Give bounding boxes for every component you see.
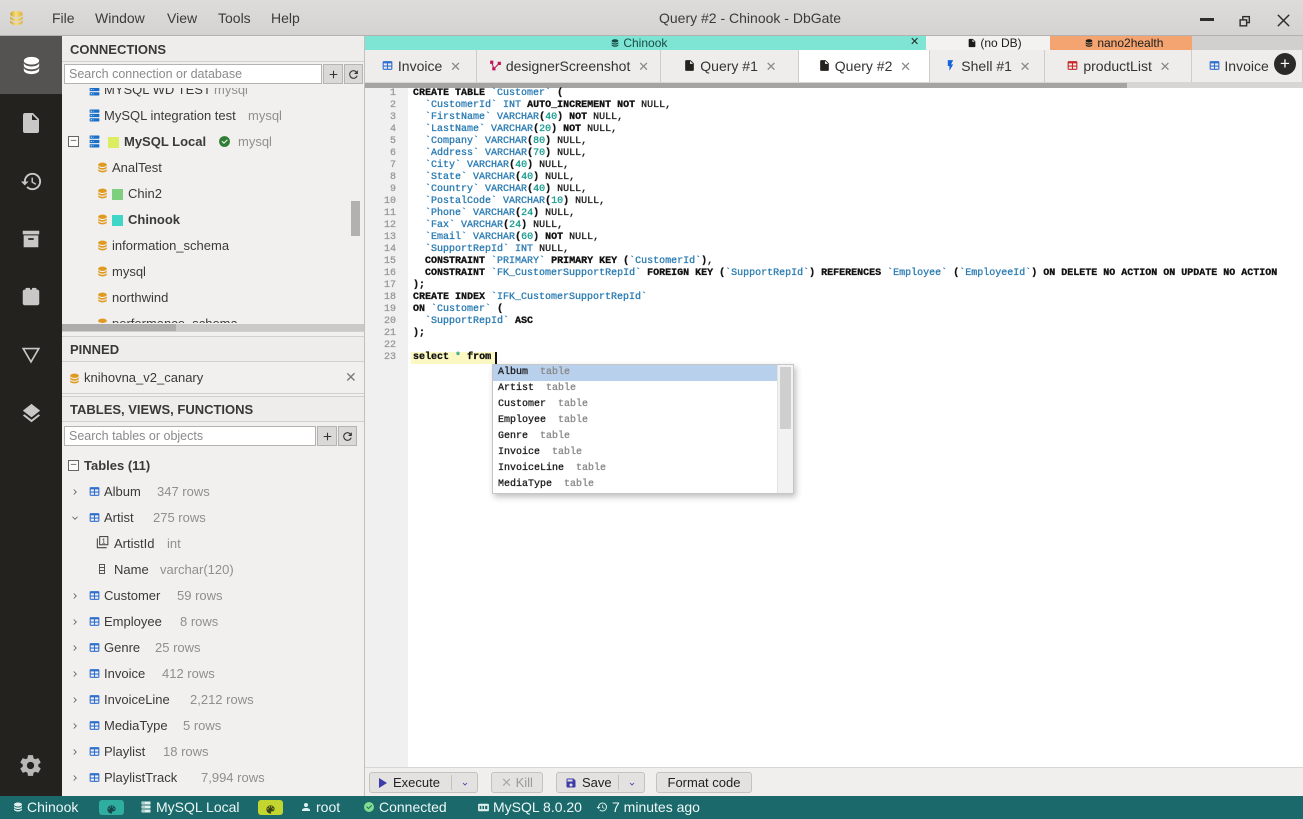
- svg-text:1: 1: [102, 538, 106, 545]
